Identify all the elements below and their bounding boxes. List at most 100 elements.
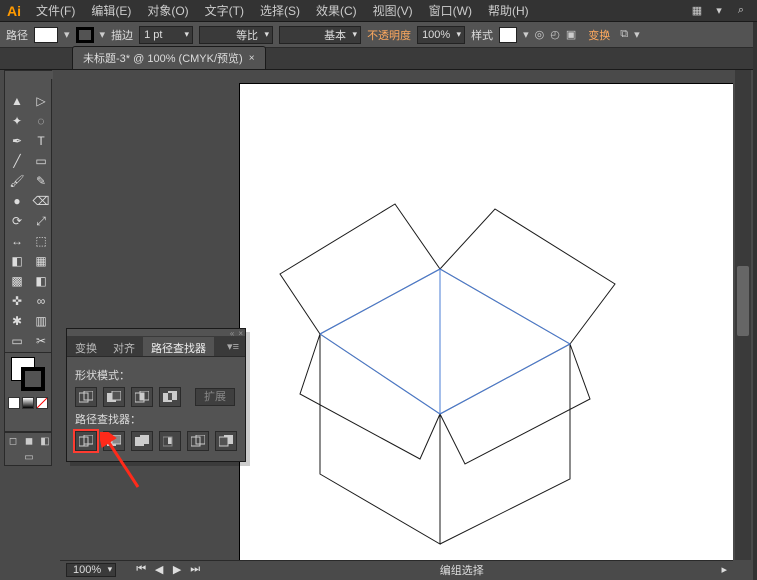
width-tool[interactable]: ↔ <box>5 231 29 251</box>
artboard-nav: ⏮ ◀ ▶ ⏭ <box>134 563 202 576</box>
crop-button[interactable] <box>159 431 181 451</box>
menu-window[interactable]: 窗口(W) <box>421 0 480 22</box>
outline-button[interactable] <box>187 431 209 451</box>
layout-icon[interactable]: ▦ <box>689 3 705 19</box>
rotate-tool[interactable]: ⟳ <box>5 211 29 231</box>
vertical-scrollbar[interactable] <box>735 70 751 560</box>
line-segment-tool[interactable]: ╱ <box>5 151 29 171</box>
draw-normal-icon[interactable]: ◻ <box>5 433 21 449</box>
symbol-sprayer-tool[interactable]: ✱ <box>5 311 29 331</box>
stroke-color-box[interactable] <box>21 367 45 391</box>
menu-edit[interactable]: 编辑(E) <box>83 0 139 22</box>
close-tab-icon[interactable]: × <box>249 53 255 64</box>
free-transform-tool[interactable]: ⬚ <box>29 231 53 251</box>
tab-align[interactable]: 对齐 <box>105 337 143 356</box>
minus-front-button[interactable] <box>103 387 125 407</box>
menu-select[interactable]: 选择(S) <box>252 0 308 22</box>
merge-button[interactable] <box>131 431 153 451</box>
last-artboard-icon[interactable]: ⏭ <box>188 563 202 576</box>
type-tool[interactable]: T <box>29 131 53 151</box>
menu-object[interactable]: 对象(O) <box>139 0 196 22</box>
document-tab[interactable]: 未标题-3* @ 100% (CMYK/预览) × <box>72 46 266 69</box>
mesh-tool[interactable]: ▩ <box>5 271 29 291</box>
artwork-box <box>240 84 733 560</box>
draw-inside-icon[interactable]: ◧ <box>37 433 53 449</box>
unite-button[interactable] <box>75 387 97 407</box>
slice-tool[interactable]: ✂ <box>29 331 53 351</box>
divide-button[interactable] <box>75 431 97 451</box>
pencil-tool[interactable]: ✎ <box>29 171 53 191</box>
direct-selection-tool[interactable]: ▷ <box>29 91 53 111</box>
align-to-icon[interactable]: ▣ <box>566 28 576 41</box>
zoom-field[interactable]: 100% <box>66 563 116 577</box>
style-swatch[interactable] <box>499 27 517 43</box>
magic-wand-tool[interactable]: ✦ <box>5 111 29 131</box>
right-panel-dock[interactable] <box>753 22 757 580</box>
minus-back-button[interactable] <box>215 431 237 451</box>
pathfinder-panel: « × 变换 对齐 路径查找器 ▾≡ 形状模式： 扩展 路径查找器： <box>66 328 246 462</box>
opacity-field[interactable]: 100% <box>417 26 465 44</box>
screen-mode-row: ◻ ◼ ◧ ▭ <box>4 432 52 466</box>
shape-builder-tool[interactable]: ◧ <box>5 251 29 271</box>
menu-type[interactable]: 文字(T) <box>197 0 252 22</box>
draw-behind-icon[interactable]: ◼ <box>21 433 37 449</box>
eraser-tool[interactable]: ⌫ <box>29 191 53 211</box>
expand-button[interactable]: 扩展 <box>195 388 235 406</box>
status-menu-icon[interactable]: ▸ <box>721 563 727 576</box>
search-icon[interactable]: ⌕ <box>733 3 749 19</box>
panel-menu-icon[interactable]: ▾≡ <box>221 337 245 356</box>
exclude-button[interactable] <box>159 387 181 407</box>
menu-bar: Ai 文件(F) 编辑(E) 对象(O) 文字(T) 选择(S) 效果(C) 视… <box>0 0 757 22</box>
eyedropper-tool[interactable]: ✜ <box>5 291 29 311</box>
menu-effect[interactable]: 效果(C) <box>308 0 365 22</box>
rectangle-tool[interactable]: ▭ <box>29 151 53 171</box>
trim-button[interactable] <box>103 431 125 451</box>
gradient-tool[interactable]: ◧ <box>29 271 53 291</box>
color-mode-solid[interactable] <box>8 397 20 409</box>
blob-brush-tool[interactable]: ● <box>5 191 29 211</box>
artboard-tool[interactable]: ▭ <box>5 331 29 351</box>
prev-artboard-icon[interactable]: ◀ <box>152 563 166 576</box>
panel-collapse-icon[interactable]: « <box>230 329 234 336</box>
column-graph-tool[interactable]: ▥ <box>29 311 53 331</box>
uniform-field[interactable]: 等比 <box>199 26 273 44</box>
transform-link[interactable]: 变换 <box>588 27 610 43</box>
workspace-dropdown-icon[interactable]: ▾ <box>711 3 727 19</box>
align-icon[interactable]: ◎ <box>535 28 545 41</box>
lasso-tool[interactable]: ◌ <box>29 111 53 131</box>
tab-pathfinder[interactable]: 路径查找器 <box>143 337 214 356</box>
menu-help[interactable]: 帮助(H) <box>480 0 537 22</box>
panel-close-icon[interactable]: × <box>238 329 243 336</box>
style-label: 样式 <box>471 27 493 43</box>
opacity-label[interactable]: 不透明度 <box>367 27 411 43</box>
artboard[interactable] <box>240 84 733 560</box>
fill-swatch[interactable] <box>34 27 58 43</box>
app-logo: Ai <box>0 0 28 22</box>
canvas[interactable] <box>60 70 733 560</box>
brush-basic-field[interactable]: 基本 <box>279 26 361 44</box>
menu-file[interactable]: 文件(F) <box>28 0 83 22</box>
first-artboard-icon[interactable]: ⏮ <box>134 563 148 576</box>
panel-tabs: 变换 对齐 路径查找器 ▾≡ <box>67 337 245 357</box>
stroke-weight-field[interactable]: 1 pt <box>139 26 193 44</box>
scale-tool[interactable]: ⤢ <box>29 211 53 231</box>
intersect-button[interactable] <box>131 387 153 407</box>
screen-mode-icon[interactable]: ▭ <box>5 449 53 465</box>
color-mode-none[interactable] <box>36 397 48 409</box>
menu-view[interactable]: 视图(V) <box>365 0 421 22</box>
recolor-icon[interactable]: ◴ <box>550 28 560 41</box>
status-center-text: 编组选择 <box>440 562 484 578</box>
selection-tool[interactable]: ▲ <box>5 91 29 111</box>
next-artboard-icon[interactable]: ▶ <box>170 563 184 576</box>
pathfinders-label: 路径查找器： <box>75 411 237 427</box>
status-bar: 100% ⏮ ◀ ▶ ⏭ 编组选择 ▸ <box>60 560 733 578</box>
perspective-grid-tool[interactable]: ▦ <box>29 251 53 271</box>
options-menu-icon[interactable]: ▾ <box>634 28 640 41</box>
paintbrush-tool[interactable]: 🖌 <box>5 171 29 191</box>
tab-transform[interactable]: 变换 <box>67 337 105 356</box>
isolate-icon[interactable]: ⧉ <box>620 28 628 41</box>
stroke-swatch[interactable] <box>76 27 94 43</box>
pen-tool[interactable]: ✒ <box>5 131 29 151</box>
blend-tool[interactable]: ∞ <box>29 291 53 311</box>
color-mode-gradient[interactable] <box>22 397 34 409</box>
